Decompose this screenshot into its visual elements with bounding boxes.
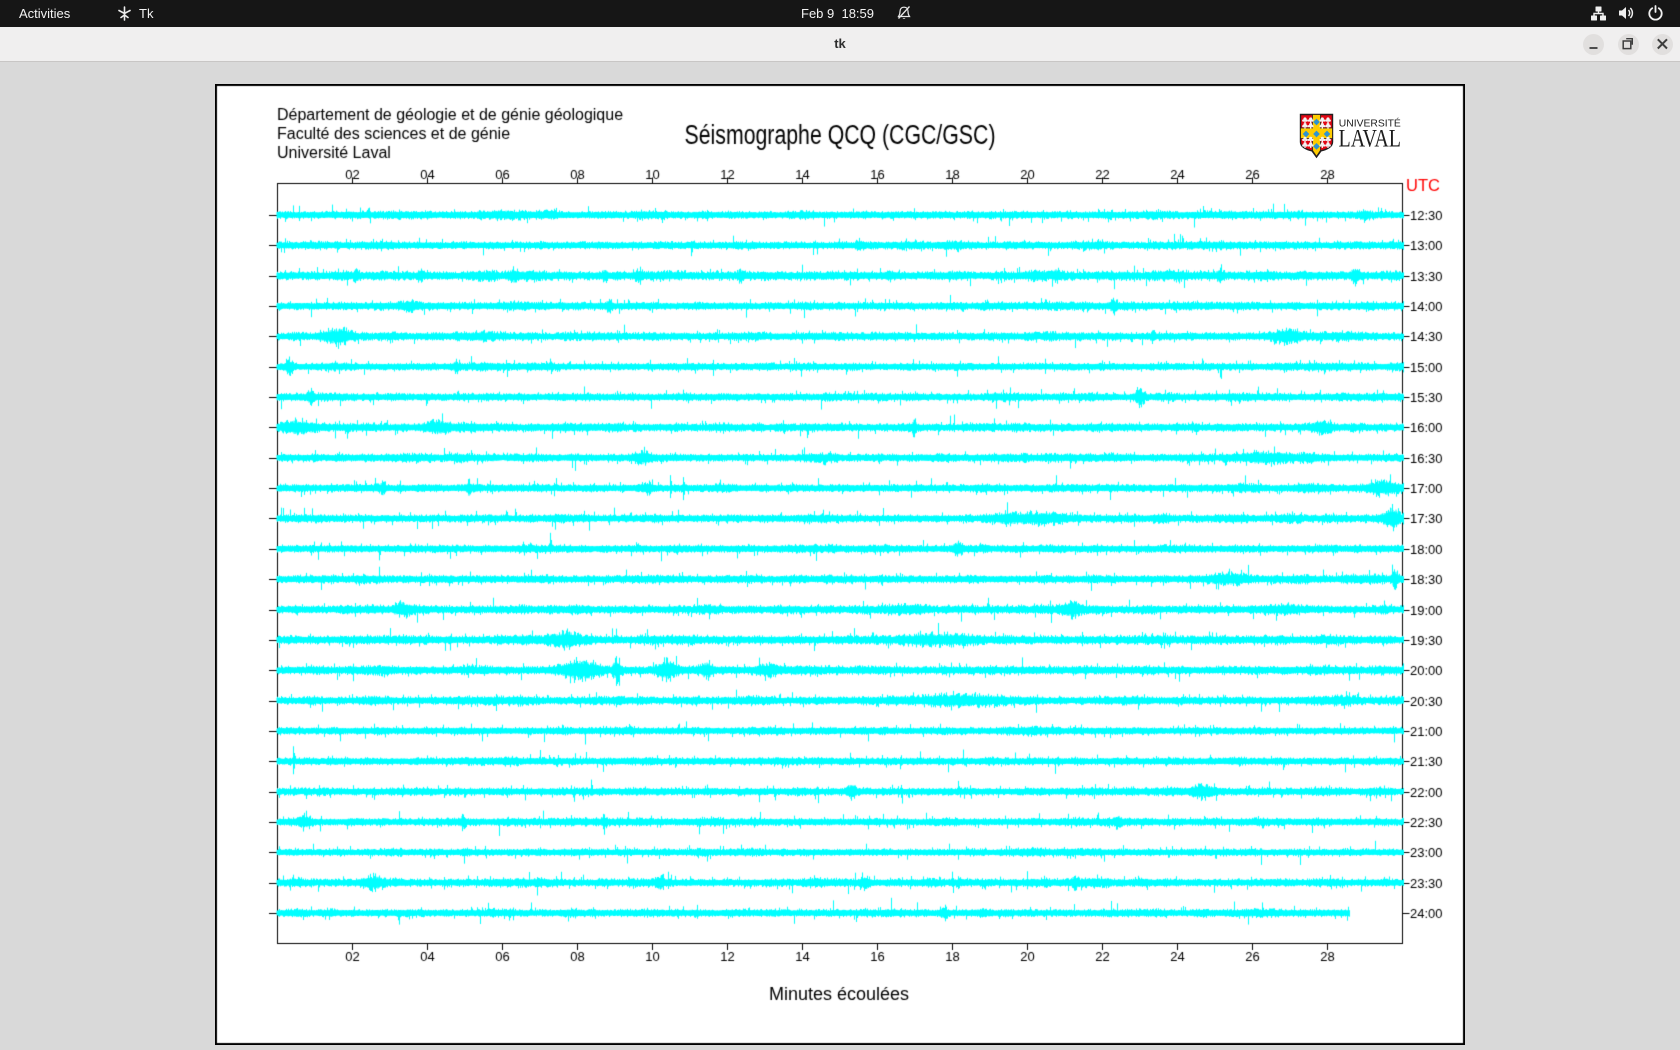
svg-text:LAVAL: LAVAL bbox=[1339, 124, 1402, 153]
